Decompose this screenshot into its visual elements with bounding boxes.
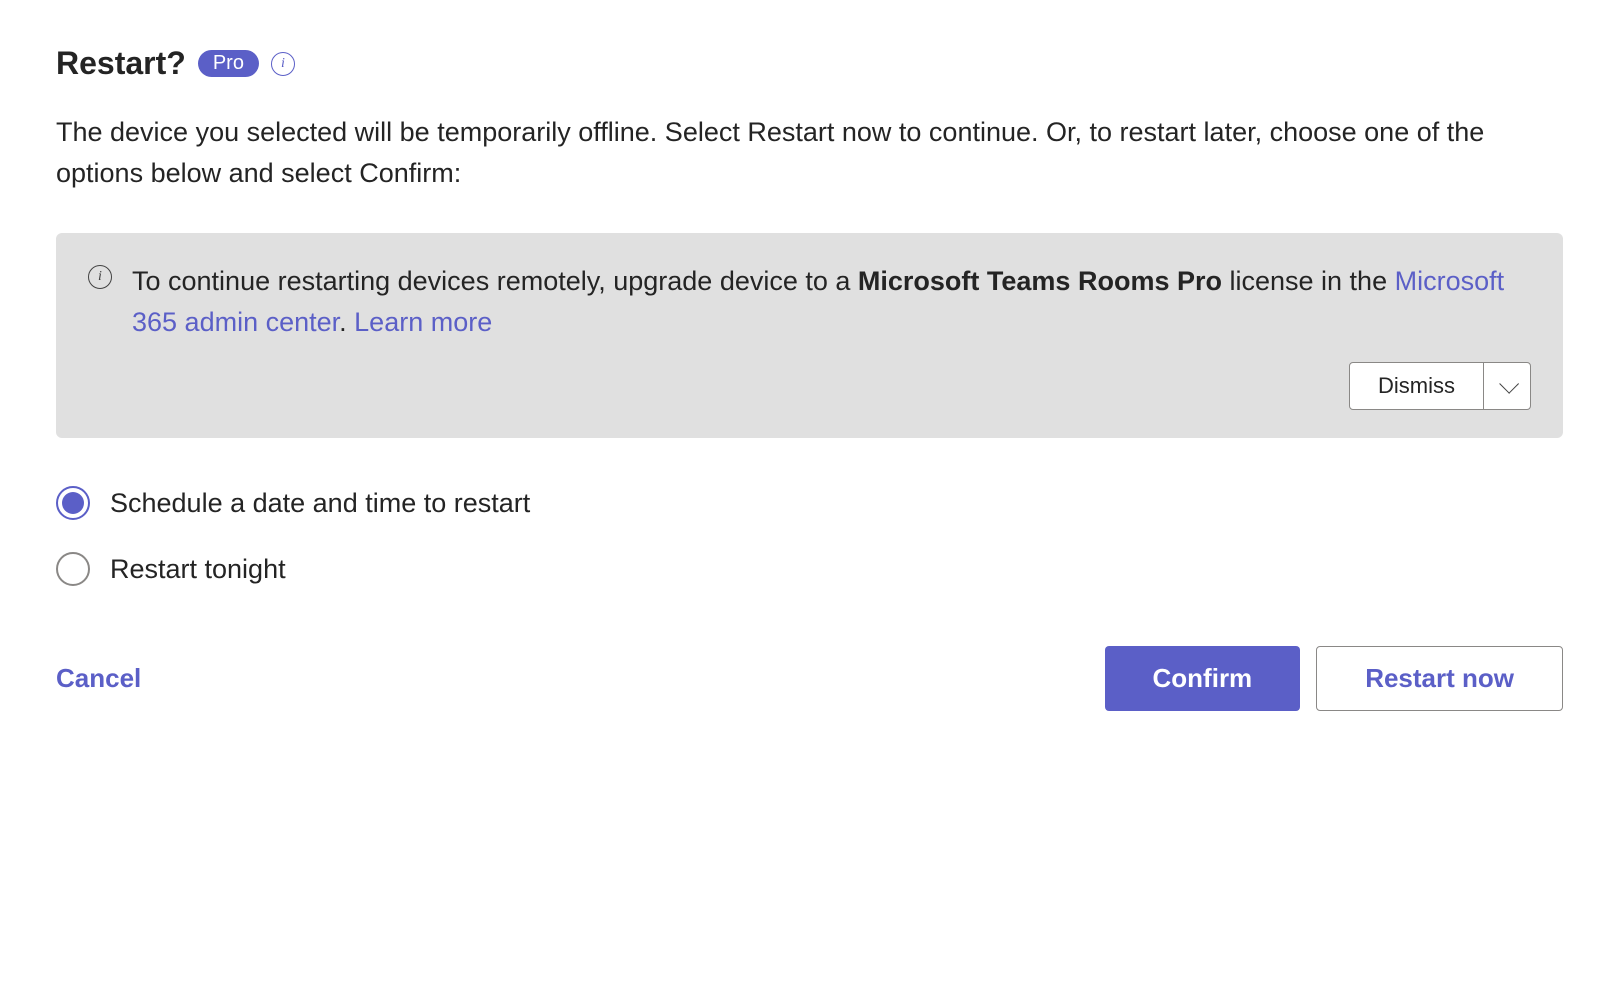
banner-text-part: To continue restarting devices remotely,…	[132, 266, 858, 296]
dialog-footer: Cancel Confirm Restart now	[56, 646, 1563, 711]
dismiss-button[interactable]: Dismiss	[1350, 363, 1483, 409]
pro-badge: Pro	[198, 50, 259, 77]
banner-text-part: .	[339, 307, 354, 337]
banner-text-part: license in the	[1222, 266, 1395, 296]
info-icon: i	[88, 265, 112, 289]
chevron-down-icon	[1499, 374, 1519, 394]
dismiss-chevron-button[interactable]	[1483, 363, 1530, 409]
dialog-title: Restart?	[56, 45, 186, 82]
radio-label-tonight: Restart tonight	[110, 554, 286, 585]
radio-circle-unselected	[56, 552, 90, 586]
radio-inner-icon	[62, 492, 84, 514]
learn-more-link[interactable]: Learn more	[354, 307, 492, 337]
radio-options: Schedule a date and time to restart Rest…	[56, 486, 1563, 586]
radio-label-schedule: Schedule a date and time to restart	[110, 488, 530, 519]
radio-option-schedule[interactable]: Schedule a date and time to restart	[56, 486, 1563, 520]
radio-circle-selected	[56, 486, 90, 520]
confirm-button[interactable]: Confirm	[1105, 646, 1301, 711]
banner-text-bold: Microsoft Teams Rooms Pro	[858, 266, 1222, 296]
info-icon[interactable]: i	[271, 52, 295, 76]
dismiss-button-group: Dismiss	[1349, 362, 1531, 410]
radio-option-tonight[interactable]: Restart tonight	[56, 552, 1563, 586]
restart-now-button[interactable]: Restart now	[1316, 646, 1563, 711]
cancel-button[interactable]: Cancel	[56, 663, 141, 694]
dialog-description: The device you selected will be temporar…	[56, 112, 1563, 193]
info-banner: i To continue restarting devices remotel…	[56, 233, 1563, 438]
info-banner-text: To continue restarting devices remotely,…	[132, 261, 1531, 342]
